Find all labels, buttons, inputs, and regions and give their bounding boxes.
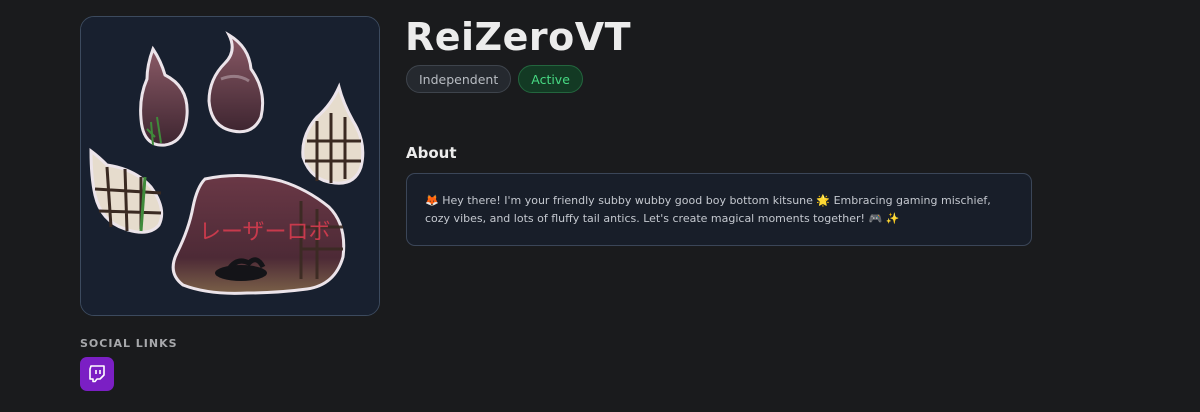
badge-group: Independent Active	[406, 65, 583, 93]
page-title: ReiZeroVT	[405, 15, 632, 59]
status-badge: Active	[518, 65, 583, 93]
paw-print-avatar-icon: レーザーロボ	[81, 17, 379, 315]
twitch-icon	[89, 365, 105, 383]
about-heading: About	[406, 144, 457, 162]
avatar-logo-text: レーザーロボ	[199, 220, 331, 245]
social-links-heading: SOCIAL LINKS	[80, 337, 178, 350]
affiliation-badge: Independent	[406, 65, 512, 93]
profile-page: レーザーロボ ReiZeroVT Independent Active Abou…	[0, 0, 1200, 412]
twitch-link-button[interactable]	[80, 357, 114, 391]
avatar: レーザーロボ	[80, 16, 380, 316]
about-box: 🦊 Hey there! I'm your friendly subby wub…	[406, 173, 1032, 246]
about-bio: 🦊 Hey there! I'm your friendly subby wub…	[425, 194, 991, 225]
